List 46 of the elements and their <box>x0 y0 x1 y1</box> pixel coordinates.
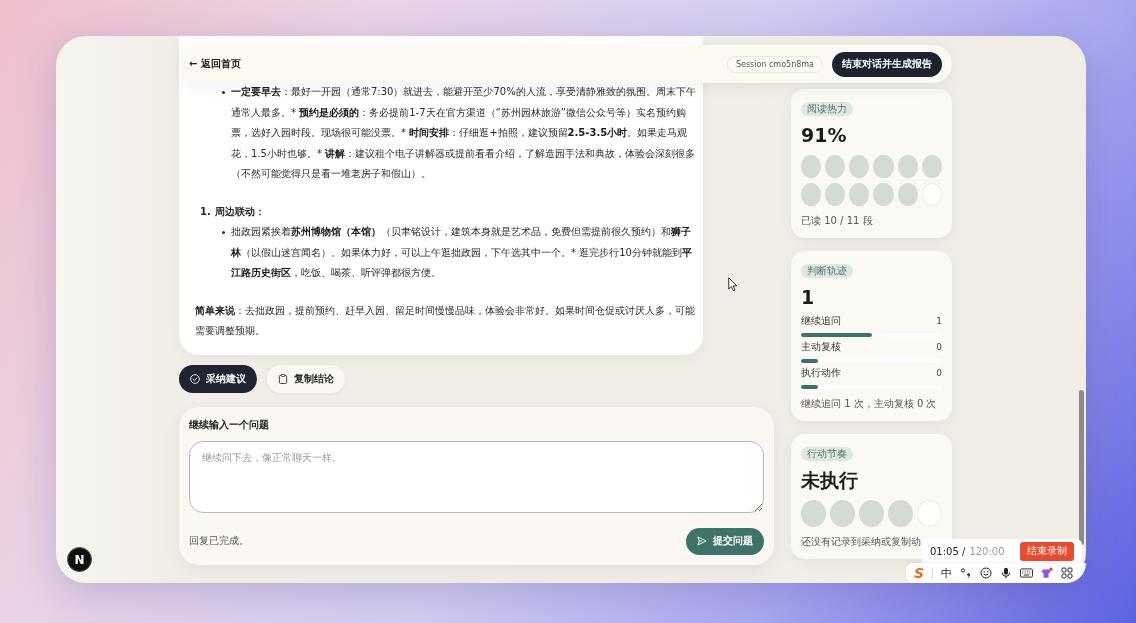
check-circle-icon <box>190 373 200 384</box>
section-tag: 行动节奏 <box>801 447 853 461</box>
metric-label: 执行动作 <box>801 366 841 380</box>
card-caption: 已读 10 / 11 段 <box>801 214 874 228</box>
metric-count: 0 <box>936 341 942 354</box>
cursor-icon <box>728 277 738 292</box>
bullet-icon <box>222 231 225 234</box>
metric-label: 继续追问 <box>801 314 841 328</box>
input-mode-toggle[interactable]: 中 <box>941 567 953 579</box>
card-caption: 还没有记录到采纳或复制动 <box>801 535 922 549</box>
answer-text: 拙政园紧挨着苏州博物馆（本馆）（贝聿铭设计，建筑本身就是艺术品，免费但需提前很久预约）和狮子林（以假山迷宫闻名）。如果体力好，可以上午逛拙政园，下午选其中一个。* 逛完步行10分钟就能到平江路历史街区，吃饭、喝茶、听评弹都很方便。 <box>231 225 693 280</box>
grid-icon[interactable] <box>1061 567 1074 579</box>
summary-text: 简单来说：去拙政园，提前预约、赶早入园、留足时间慢慢品味，体验会非常好。如果时间仓促或讨厌人多，可能需要调整预期。 <box>195 303 696 338</box>
scrollbar-thumb[interactable] <box>1079 390 1084 545</box>
stat-value: 91% <box>801 123 848 148</box>
dev-tools-button[interactable]: N <box>67 547 92 572</box>
card-caption: 继续追问 1 次，主动复核 0 次 <box>801 397 938 411</box>
submit-button[interactable]: 提交问题 <box>686 527 764 555</box>
metric-count: 0 <box>936 367 942 380</box>
elapsed-time: 01:05 / <box>930 545 966 557</box>
keyboard-icon[interactable] <box>1020 568 1034 578</box>
back-link[interactable]: ← 返回首页 <box>189 57 241 71</box>
bullet-icon <box>222 91 225 94</box>
metric-label: 主动复核 <box>801 340 841 354</box>
answer-text: 一定要早去：最好一开园（通常7:30）就进去，能避开至少70%的人流，享受清静雅致的氛围。周末下午通常人最多。* 预约是必须的：务必提前1-7天在官方渠道（“苏州园林旅游”微信公众号等）实名预约购票，选好入园时段。现场很可能没票。* 时间安排：仔细逛+拍照，建议预留2.5-3.5小时。如果走马观花，1.5小时也够。* 讲解：建议租个电子讲解器或提前看看介绍，了解造园手法和典故，体验会深刻很多（不然可能觉得只是看一堆老房子和假山）。 <box>231 85 697 181</box>
shirt-icon[interactable] <box>1041 567 1054 579</box>
stop-recording-button[interactable]: 结束录制 <box>1020 541 1074 561</box>
metric-count: 1 <box>936 315 942 328</box>
punctuation-icon[interactable] <box>960 567 973 579</box>
send-icon <box>697 536 707 546</box>
microphone-icon[interactable] <box>1000 567 1013 579</box>
session-label: Session cmo5n8ma <box>726 55 823 73</box>
section-tag: 判断轨迹 <box>801 264 853 278</box>
section-tag: 阅读热力 <box>801 102 853 116</box>
list-heading: 周边联动： <box>214 204 265 219</box>
smiley-icon[interactable] <box>980 567 993 579</box>
composer-label: 继续输入一个问题 <box>189 417 270 432</box>
list-number: 1. <box>200 204 211 219</box>
stat-value: 未执行 <box>801 468 859 493</box>
end-chat-button[interactable]: 结束对话并生成报告 <box>832 51 942 77</box>
status-text: 回复已完成。 <box>189 534 249 548</box>
time-limit: 120:00 <box>969 545 1005 557</box>
adopt-button[interactable]: 采纳建议 <box>179 364 257 393</box>
copy-button[interactable]: 复制结论 <box>267 364 345 393</box>
clipboard-icon <box>278 373 288 384</box>
stat-value: 1 <box>801 285 816 310</box>
